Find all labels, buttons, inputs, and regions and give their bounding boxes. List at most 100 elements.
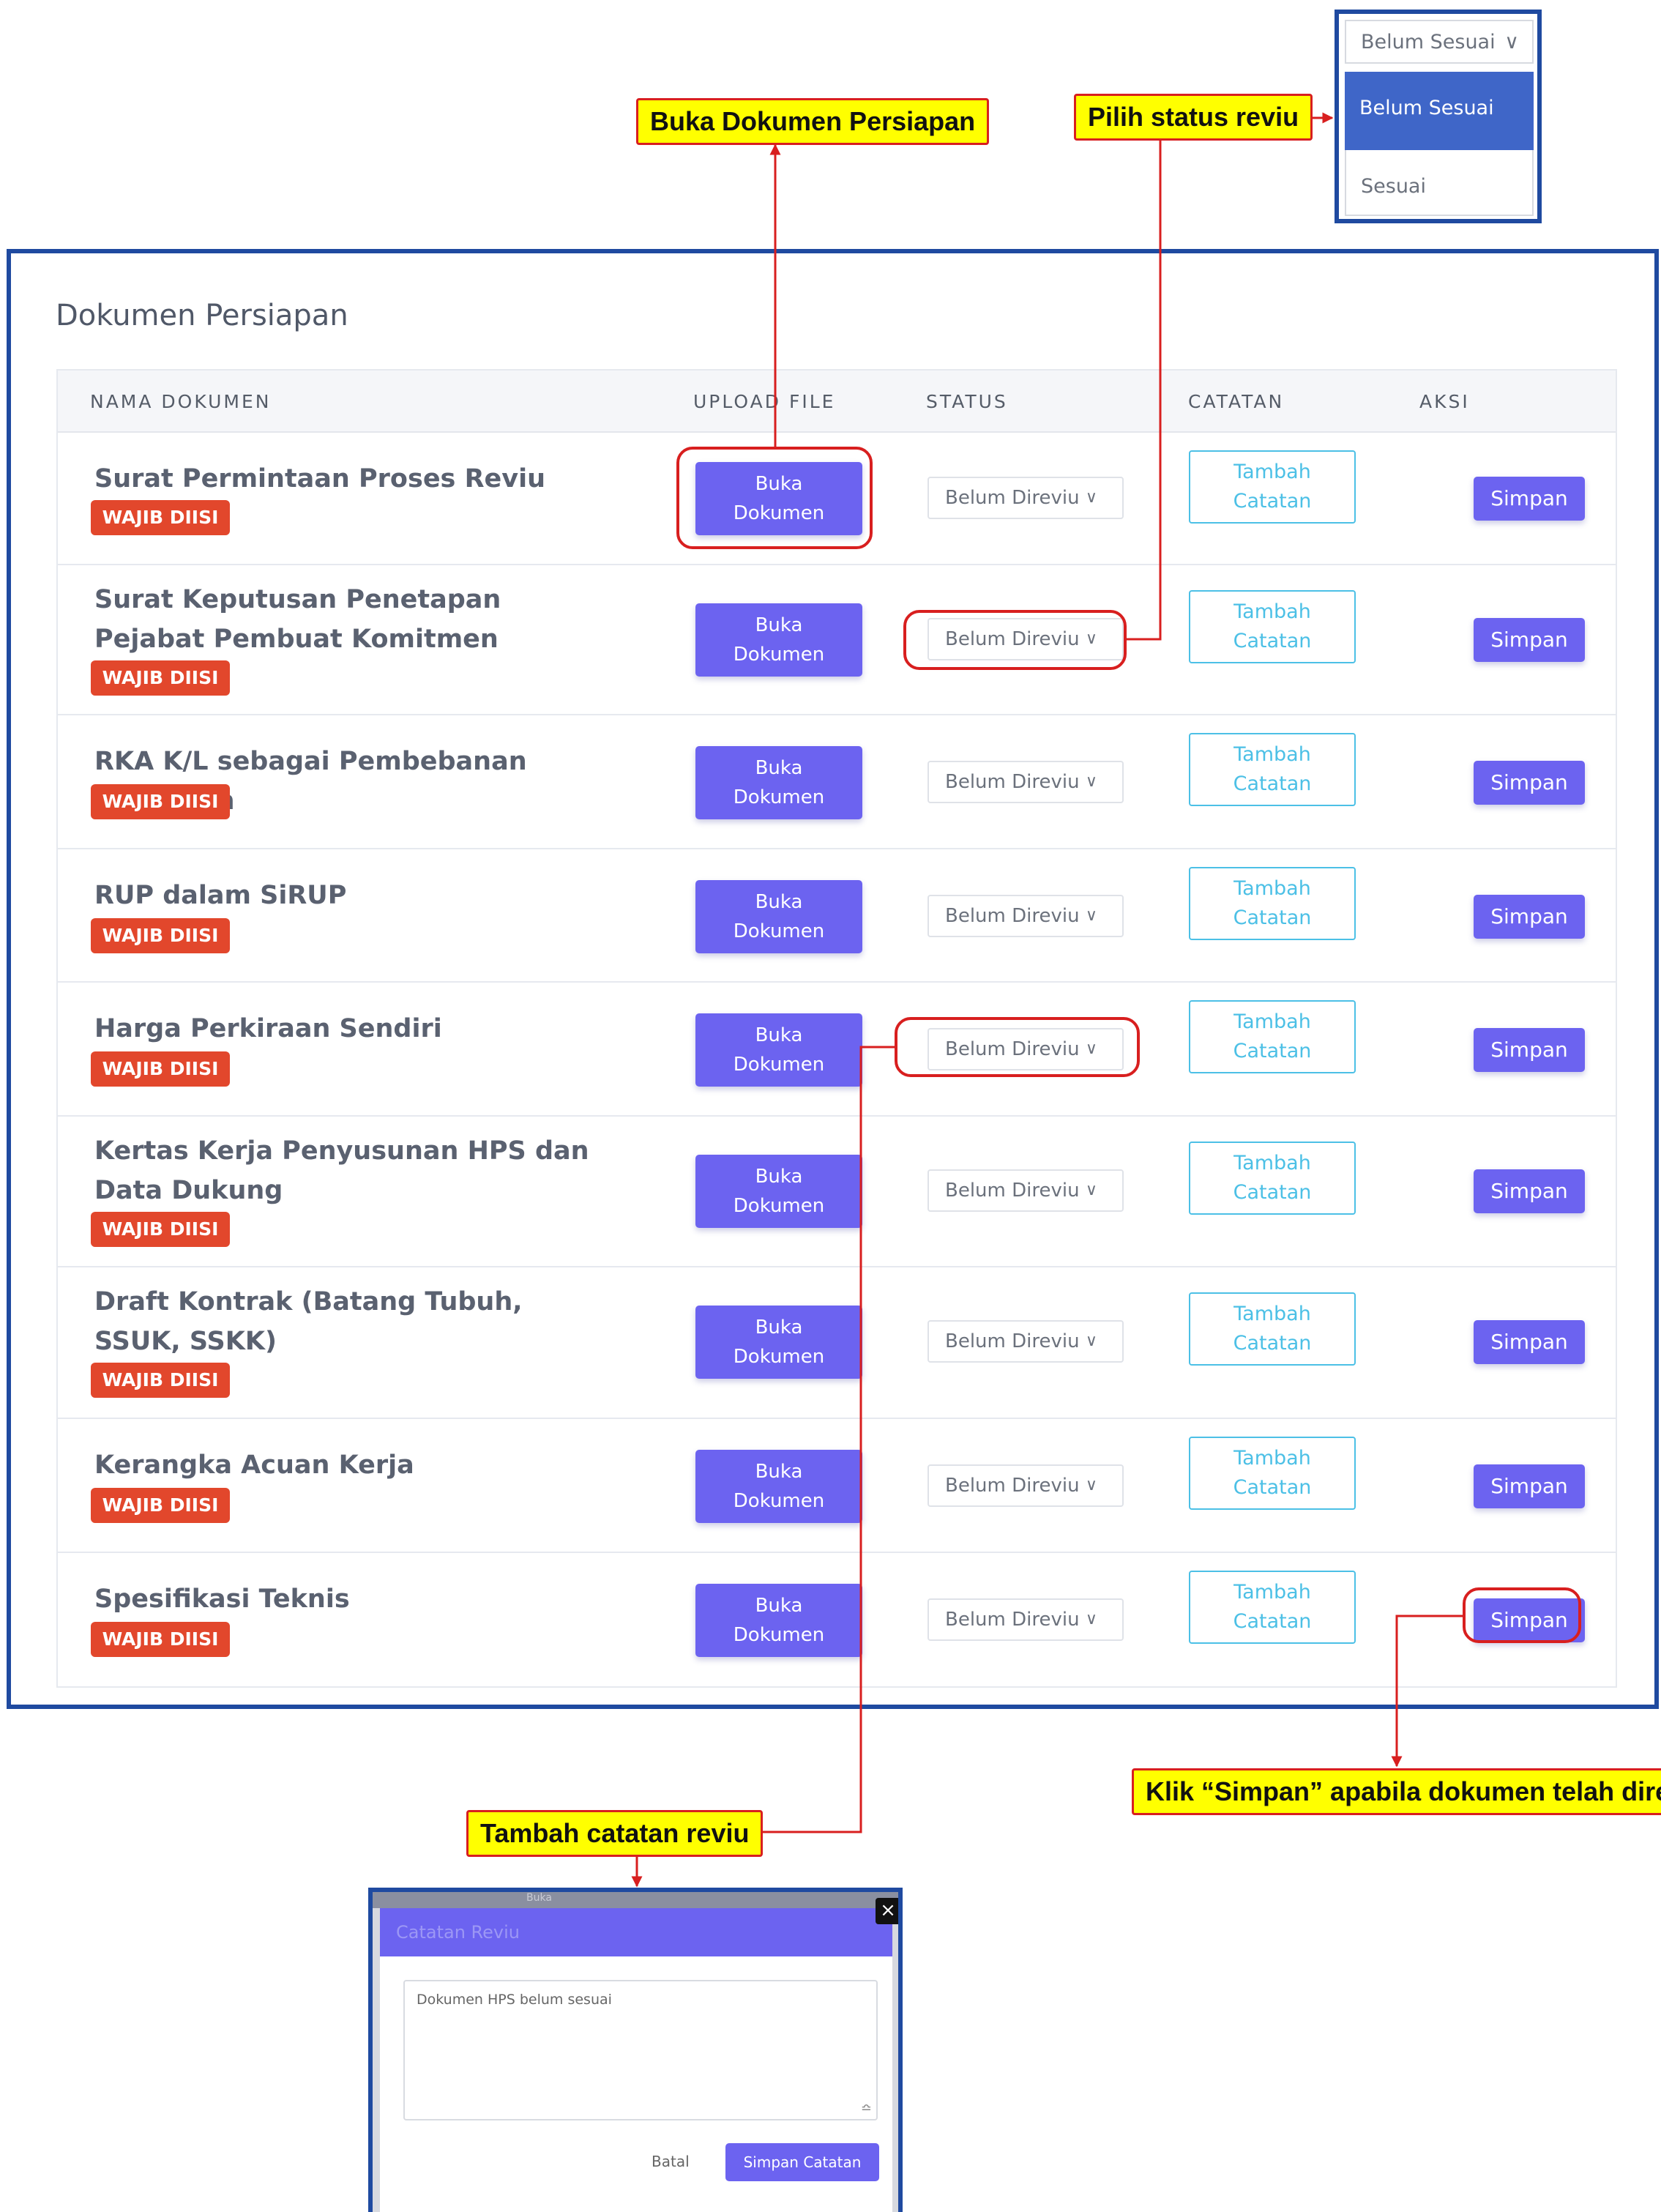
chevron-down-icon: ∨: [1085, 906, 1097, 925]
add-note-label-line1: Tambah: [1233, 743, 1311, 766]
add-note-label-line1: Tambah: [1233, 1447, 1311, 1470]
add-note-button[interactable]: Tambah Catatan: [1189, 1571, 1356, 1644]
add-note-button[interactable]: Tambah Catatan: [1189, 590, 1356, 663]
add-note-label-line1: Tambah: [1233, 1581, 1311, 1604]
status-select[interactable]: Belum Direviu ∨: [927, 895, 1124, 937]
document-name: Surat Keputusan Penetapan Pejabat Pembua…: [94, 585, 501, 654]
chevron-down-icon: ∨: [1504, 31, 1519, 53]
callout-add-note: Tambah catatan reviu: [466, 1810, 764, 1857]
open-document-label-line1: Buka: [755, 614, 803, 636]
table-row: Harga Perkiraan Sendiri WAJIB DIISI Buka…: [58, 983, 1616, 1117]
chevron-down-icon: ∨: [1085, 1181, 1097, 1199]
add-note-button[interactable]: Tambah Catatan: [1189, 1142, 1356, 1215]
open-document-label-line2: Dokumen: [733, 1054, 825, 1076]
note-textarea[interactable]: Dokumen HPS belum sesuai ≏: [403, 1980, 878, 2120]
header-status: STATUS: [926, 391, 1008, 412]
document-name: RUP dalam SiRUP: [94, 881, 347, 910]
callout-open-document: Buka Dokumen Persiapan: [636, 98, 990, 145]
open-document-button[interactable]: Buka Dokumen: [695, 746, 862, 819]
note-textarea-value: Dokumen HPS belum sesuai: [417, 1992, 612, 2008]
open-document-button[interactable]: Buka Dokumen: [695, 1155, 862, 1228]
add-note-button[interactable]: Tambah Catatan: [1189, 733, 1356, 806]
cancel-button[interactable]: Batal: [652, 2153, 690, 2170]
highlight-open-document: [676, 447, 873, 549]
dropdown-option-sesuai[interactable]: Sesuai: [1345, 150, 1534, 216]
status-value: Belum Direviu: [945, 1475, 1080, 1497]
resize-grip-icon[interactable]: ≏: [861, 2101, 872, 2116]
open-document-label-line1: Buka: [755, 1317, 803, 1338]
required-badge: WAJIB DIISI: [91, 1622, 230, 1657]
status-select[interactable]: Belum Direviu ∨: [927, 1169, 1124, 1212]
save-button[interactable]: Simpan: [1474, 1169, 1585, 1213]
open-document-label-line2: Dokumen: [733, 1624, 825, 1646]
status-select[interactable]: Belum Direviu ∨: [927, 1320, 1124, 1363]
add-note-button[interactable]: Tambah Catatan: [1189, 1000, 1356, 1073]
save-button[interactable]: Simpan: [1474, 895, 1585, 939]
add-note-label-line2: Catatan: [1233, 906, 1312, 929]
highlight-save-button: [1463, 1587, 1581, 1643]
save-button[interactable]: Simpan: [1474, 1320, 1585, 1364]
required-badge: WAJIB DIISI: [91, 660, 230, 696]
add-note-label-line1: Tambah: [1233, 1152, 1311, 1174]
table-row: Surat Keputusan Penetapan Pejabat Pembua…: [58, 565, 1616, 715]
chevron-down-icon: ∨: [1085, 772, 1097, 791]
add-note-label-line2: Catatan: [1233, 630, 1312, 652]
save-note-button[interactable]: Simpan Catatan: [725, 2143, 879, 2181]
required-badge: WAJIB DIISI: [91, 1363, 230, 1398]
dropdown-selected[interactable]: Belum Sesuai ∨: [1345, 20, 1534, 64]
add-note-label-line1: Tambah: [1233, 1303, 1311, 1325]
open-document-label-line1: Buka: [755, 1024, 803, 1046]
table-row: Kerangka Acuan Kerja WAJIB DIISI Buka Do…: [58, 1419, 1616, 1553]
status-select[interactable]: Belum Direviu ∨: [927, 1598, 1124, 1641]
open-document-label-line1: Buka: [755, 1166, 803, 1188]
save-button[interactable]: Simpan: [1474, 761, 1585, 805]
add-note-label-line2: Catatan: [1233, 1610, 1312, 1633]
open-document-label-line2: Dokumen: [733, 786, 825, 808]
modal-body: Dokumen HPS belum sesuai ≏ Batal Simpan …: [380, 1956, 892, 2212]
add-note-button[interactable]: Tambah Catatan: [1189, 1437, 1356, 1510]
callout-pick-status: Pilih status reviu: [1074, 94, 1313, 141]
save-button[interactable]: Simpan: [1474, 1464, 1585, 1508]
open-document-label-line1: Buka: [755, 757, 803, 779]
save-button[interactable]: Simpan: [1474, 1028, 1585, 1072]
add-note-label-line2: Catatan: [1233, 1332, 1312, 1355]
save-button[interactable]: Simpan: [1474, 477, 1585, 521]
status-select[interactable]: Belum Direviu ∨: [927, 761, 1124, 803]
open-document-label-line2: Dokumen: [733, 1346, 825, 1368]
add-note-label-line2: Catatan: [1233, 490, 1312, 513]
add-note-label-line2: Catatan: [1233, 772, 1312, 795]
open-document-button[interactable]: Buka Dokumen: [695, 1450, 862, 1523]
open-document-button[interactable]: Buka Dokumen: [695, 603, 862, 677]
open-document-button[interactable]: Buka Dokumen: [695, 1306, 862, 1379]
required-badge: WAJIB DIISI: [91, 784, 230, 819]
table-header: NAMA DOKUMEN UPLOAD FILE STATUS CATATAN …: [58, 370, 1616, 433]
open-document-button[interactable]: Buka Dokumen: [695, 1013, 862, 1087]
header-nama-dokumen: NAMA DOKUMEN: [90, 391, 272, 412]
chevron-down-icon: ∨: [1085, 488, 1097, 507]
modal-title: Catatan Reviu: [380, 1908, 892, 1956]
open-document-button[interactable]: Buka Dokumen: [695, 1584, 862, 1657]
chevron-down-icon: ∨: [1085, 1476, 1097, 1494]
add-note-button[interactable]: Tambah Catatan: [1189, 450, 1356, 524]
chevron-down-icon: ∨: [1085, 1610, 1097, 1628]
highlight-add-note: [895, 1017, 1140, 1077]
dropdown-selected-value: Belum Sesuai: [1361, 31, 1496, 53]
document-name: Harga Perkiraan Sendiri: [94, 1014, 442, 1043]
add-note-label-line2: Catatan: [1233, 1181, 1312, 1204]
status-value: Belum Direviu: [945, 1330, 1080, 1352]
close-icon[interactable]: ×: [876, 1898, 898, 1924]
dropdown-option-belum-sesuai[interactable]: Belum Sesuai: [1345, 72, 1534, 150]
status-select[interactable]: Belum Direviu ∨: [927, 477, 1124, 519]
save-button[interactable]: Simpan: [1474, 618, 1585, 662]
table-row: Spesifikasi Teknis WAJIB DIISI Buka Doku…: [58, 1553, 1616, 1686]
open-document-label-line2: Dokumen: [733, 1195, 825, 1217]
open-document-button[interactable]: Buka Dokumen: [695, 880, 862, 953]
add-note-button[interactable]: Tambah Catatan: [1189, 867, 1356, 940]
add-note-button[interactable]: Tambah Catatan: [1189, 1292, 1356, 1366]
document-name: Kerangka Acuan Kerja: [94, 1451, 414, 1480]
chevron-down-icon: ∨: [1085, 1332, 1097, 1350]
open-document-label-line1: Buka: [755, 1595, 803, 1617]
catatan-reviu-modal-preview: Buka Catatan Reviu × Dokumen HPS belum s…: [368, 1888, 903, 2212]
panel-title: Dokumen Persiapan: [56, 299, 348, 332]
status-select[interactable]: Belum Direviu ∨: [927, 1464, 1124, 1507]
